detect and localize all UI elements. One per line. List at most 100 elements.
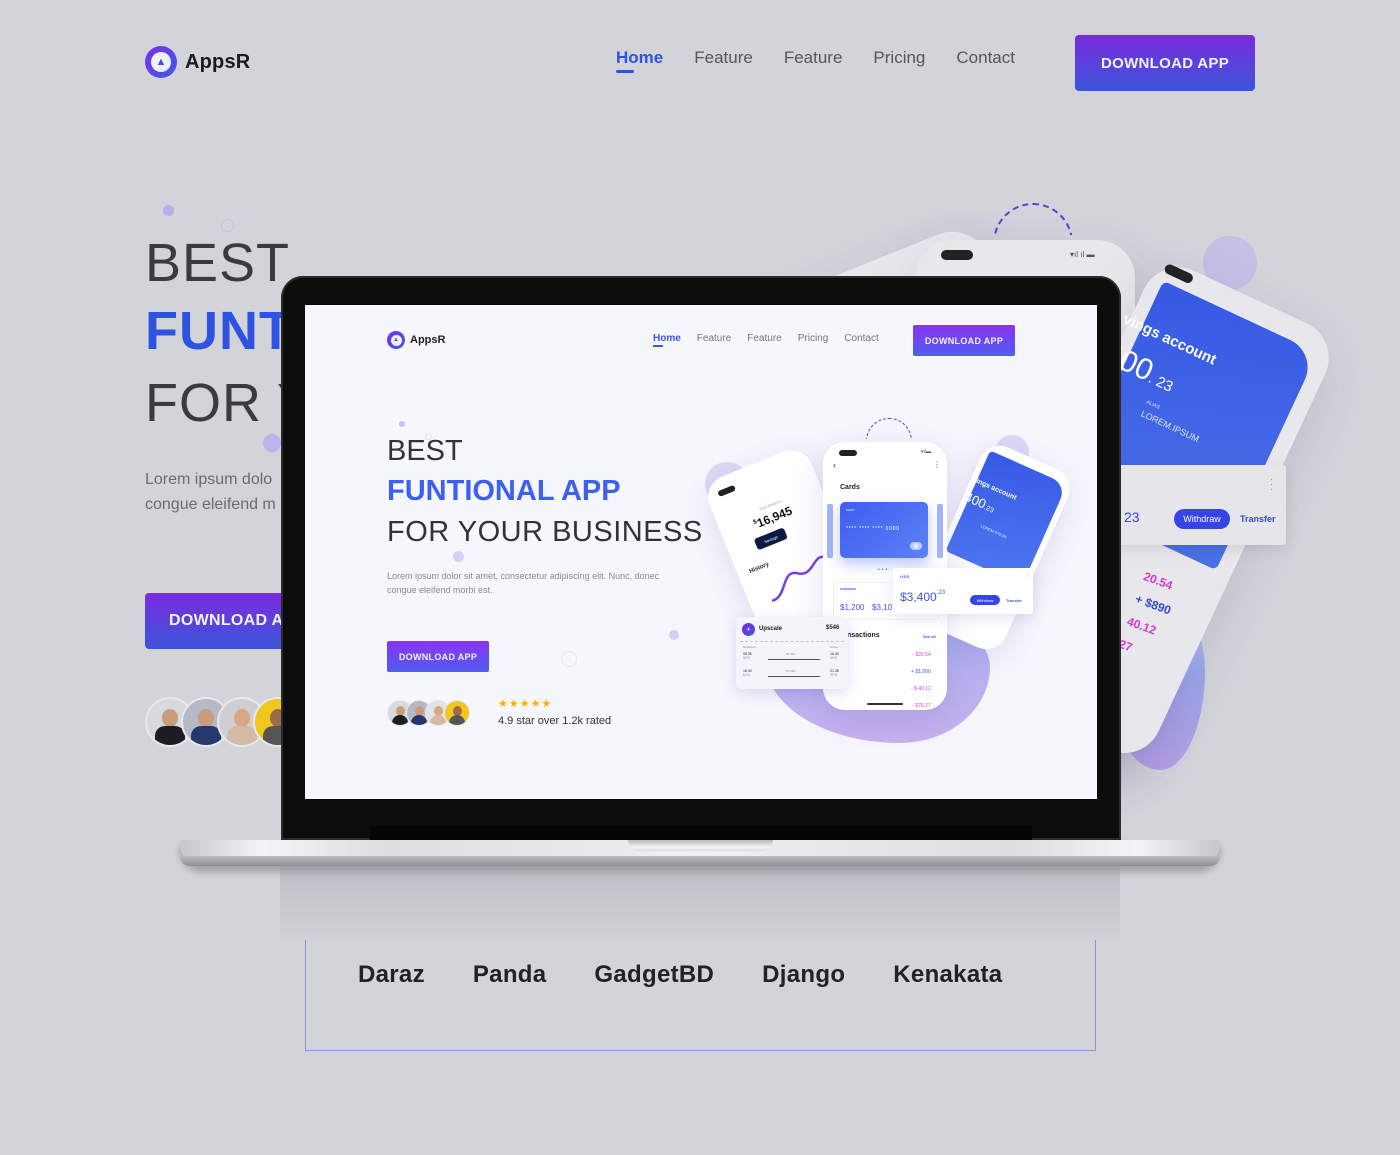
usd-cents: 23 bbox=[1124, 509, 1140, 525]
transaction-amount: + $1,000 bbox=[911, 669, 931, 675]
card-number: **** **** **** 0000 bbox=[846, 526, 900, 532]
flight-title: Upscale bbox=[759, 626, 783, 632]
back-icon[interactable]: ‹ bbox=[833, 460, 836, 470]
transaction-amount: - $76.27 bbox=[912, 703, 931, 709]
hero-title-line1: BEST bbox=[145, 233, 291, 293]
nav-contact[interactable]: Contact bbox=[956, 48, 1015, 68]
savings-amount-cents: .23 bbox=[982, 504, 995, 515]
brand-daraz: Daraz bbox=[358, 961, 425, 988]
screen-nav-contact[interactable]: Contact bbox=[844, 333, 878, 344]
screen-title-line3: FOR YOUR BUSINESS bbox=[387, 516, 703, 548]
alias-value: LOREM.IPSUM bbox=[1139, 408, 1201, 445]
expenses-label: EXPENSES bbox=[840, 587, 857, 591]
brand-gadgetbd: GadgetBD bbox=[594, 961, 715, 988]
main-nav: Home Feature Feature Pricing Contact bbox=[616, 48, 1015, 73]
nav-home[interactable]: Home bbox=[616, 48, 663, 73]
screen-nav-home[interactable]: Home bbox=[653, 333, 681, 347]
brand-name: AppsR bbox=[185, 50, 251, 73]
savings-screen: vings account 400.23 LOREM.IPSUM bbox=[945, 450, 1067, 586]
download-app-button[interactable]: DOWNLOAD APP bbox=[1075, 35, 1255, 91]
arrive-label: Arrive bbox=[830, 645, 838, 649]
flight-icon: ✈ bbox=[742, 623, 755, 636]
more-vertical-icon[interactable]: ⋮ bbox=[1025, 572, 1031, 579]
nav-feature-1[interactable]: Feature bbox=[694, 48, 753, 68]
card-peek-left bbox=[827, 504, 833, 558]
outer-usd-card: 23 Withdraw Transfer · · · bbox=[1110, 465, 1286, 545]
status-bar-icons: ▾ıl▬ bbox=[921, 449, 932, 455]
screen-user-avatars bbox=[387, 700, 470, 726]
withdraw-button[interactable]: Withdraw bbox=[1174, 509, 1230, 529]
laptop-hinge bbox=[370, 826, 1032, 840]
rating-text: 4.9 star over 1.2k rated bbox=[498, 715, 612, 727]
laptop-notch bbox=[628, 840, 773, 851]
screen-nav: Home Feature Feature Pricing Contact bbox=[653, 333, 879, 347]
flight-leg-arrive: 21.38 SFO bbox=[830, 669, 839, 677]
brand-django: Django bbox=[762, 961, 846, 988]
cards-title: Cards bbox=[840, 484, 860, 491]
dep-city: SFO bbox=[743, 656, 751, 660]
card-brand-icon bbox=[910, 542, 922, 550]
brands-section bbox=[305, 940, 1096, 1051]
home-indicator bbox=[867, 703, 903, 705]
avatar bbox=[444, 700, 470, 726]
phone-speaker bbox=[1163, 262, 1195, 285]
decor-dot bbox=[263, 434, 281, 452]
status-bar-icons: ▾ıl ıl ▬ bbox=[1070, 250, 1095, 259]
screen-nav-pricing[interactable]: Pricing bbox=[798, 333, 829, 344]
screen-hero-download-button[interactable]: DOWNLOAD APP bbox=[387, 641, 489, 672]
transactions-title: nsactions bbox=[847, 632, 880, 639]
expense-amount: $3,10 bbox=[872, 603, 893, 612]
transaction-amount: - $ 40.12 bbox=[911, 686, 931, 692]
withdraw-button[interactable]: Withdraw bbox=[970, 595, 1000, 605]
flight-card: ✈ Upscale $546 Departure Arrive 08.35 SF… bbox=[736, 617, 848, 689]
card-type: DEBIT bbox=[846, 508, 855, 512]
savings-amount-cents: . 23 bbox=[1145, 369, 1176, 396]
flight-line bbox=[768, 676, 820, 677]
screen-brand-name: AppsR bbox=[410, 334, 446, 346]
brand-kenakata: Kenakata bbox=[893, 961, 1003, 988]
laptop-screen: ▲ AppsR Home Feature Feature Pricing Con… bbox=[305, 305, 1097, 799]
laptop-shadow bbox=[280, 866, 1120, 946]
phone-speaker bbox=[941, 250, 973, 260]
screen-brand-logo[interactable]: ▲ AppsR bbox=[387, 331, 445, 349]
more-vertical-icon[interactable]: · · · bbox=[1270, 475, 1273, 495]
brand-list: Daraz Panda GadgetBD Django Kenakata bbox=[358, 961, 1002, 989]
screen-description: Lorem ipsum dolor sit amet, consectetur … bbox=[387, 571, 660, 595]
brand-panda: Panda bbox=[472, 961, 547, 988]
star-rating-icon: ★★★★★ bbox=[498, 698, 553, 710]
screen-nav-feature-2[interactable]: Feature bbox=[747, 333, 781, 344]
nav-feature-2[interactable]: Feature bbox=[784, 48, 843, 68]
usd-amount: $3,400.23 bbox=[900, 590, 945, 604]
alias-label: ALIAS bbox=[1145, 399, 1161, 411]
screen-nav-feature-1[interactable]: Feature bbox=[697, 333, 731, 344]
usd-currency: USD bbox=[900, 574, 910, 579]
flight-duration: 5h 58m bbox=[786, 669, 797, 673]
departure-label: Departure bbox=[743, 645, 757, 649]
decor-ring bbox=[221, 219, 234, 232]
divider bbox=[740, 641, 844, 642]
savings-amount: 400.23 bbox=[963, 489, 998, 515]
savings-button[interactable]: Savings bbox=[753, 527, 788, 551]
debit-card[interactable]: DEBIT **** **** **** 0000 bbox=[840, 502, 928, 558]
flight-duration: 5h 30m bbox=[786, 652, 797, 656]
phone-speaker bbox=[717, 484, 737, 498]
rocket-icon: ▲ bbox=[145, 46, 177, 78]
transfer-button[interactable]: Transfer bbox=[1240, 514, 1276, 524]
carousel-dots[interactable]: ••• bbox=[878, 567, 889, 573]
brand-logo[interactable]: ▲ AppsR bbox=[145, 46, 250, 78]
flight-leg-arrive: 16.40 NYC bbox=[830, 652, 839, 660]
rocket-icon: ▲ bbox=[387, 331, 405, 349]
flight-line bbox=[768, 659, 820, 660]
more-vertical-icon[interactable]: ⋮ bbox=[933, 460, 941, 469]
user-avatars bbox=[145, 697, 303, 747]
arr-city: SFO bbox=[830, 673, 838, 677]
decor-ring bbox=[561, 651, 577, 667]
decor-dot bbox=[453, 551, 464, 562]
decor-dot bbox=[163, 205, 174, 216]
screen-download-button[interactable]: DOWNLOAD APP bbox=[913, 325, 1015, 356]
expense-amount: $1,200 bbox=[840, 603, 865, 612]
usd-amount-value: $3,400 bbox=[900, 590, 937, 604]
nav-pricing[interactable]: Pricing bbox=[873, 48, 925, 68]
transfer-button[interactable]: Transfer bbox=[1006, 598, 1022, 603]
see-all-link[interactable]: See all bbox=[923, 634, 936, 639]
